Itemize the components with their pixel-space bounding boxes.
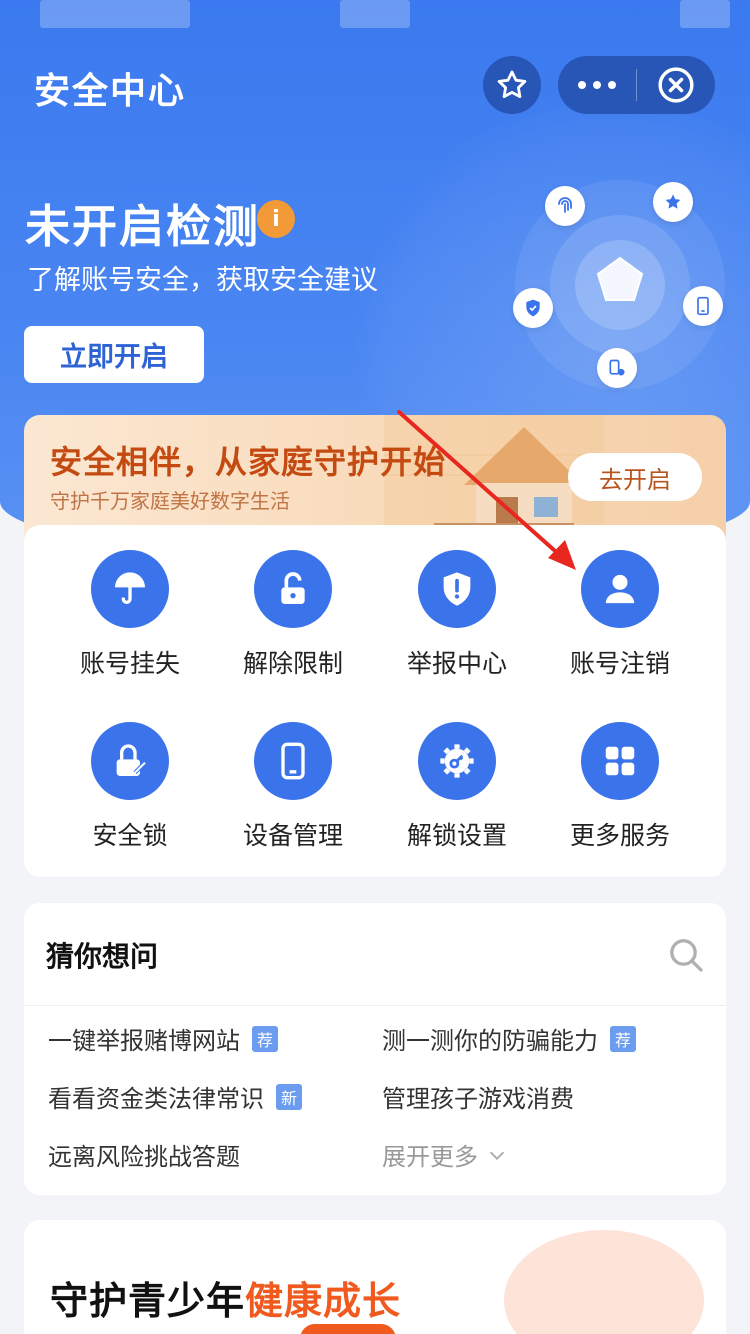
- teen-protection-card[interactable]: 守护青少年健康成长: [24, 1220, 726, 1334]
- faq-card: 猜你想问 一键举报赌博网站 荐 测一测你的防骗能力 荐 看看资金类法律常识 新 …: [24, 903, 726, 1195]
- banner-go-enable-button[interactable]: 去开启: [568, 453, 702, 501]
- status-bar-blur: [340, 0, 410, 28]
- search-icon[interactable]: [666, 935, 706, 975]
- divider: [24, 1005, 726, 1006]
- page-title: 安全中心: [34, 71, 187, 112]
- info-icon[interactable]: i: [257, 200, 295, 238]
- service-unlock-settings[interactable]: 解锁设置: [369, 722, 545, 872]
- umbrella-icon: [91, 550, 169, 628]
- services-grid-card: 账号挂失 解除限制 举报中心 账号注销 安全锁 设备管理 解锁设置 更多服务: [24, 525, 726, 877]
- faq-item-text: 看看资金类法律常识: [48, 1085, 264, 1113]
- expand-more-text: 展开更多: [382, 1143, 478, 1171]
- service-label: 解除限制: [242, 649, 343, 678]
- service-account-loss-report[interactable]: 账号挂失: [42, 550, 218, 700]
- service-label: 安全锁: [92, 821, 168, 850]
- service-label: 账号挂失: [79, 649, 180, 678]
- lock-edit-icon: [91, 722, 169, 800]
- unlock-icon: [254, 550, 332, 628]
- banner-title: 安全相伴，从家庭守护开始: [50, 443, 447, 481]
- service-label: 更多服务: [569, 821, 670, 850]
- mini-program-capsule: [558, 56, 715, 114]
- fingerprint-icon: [545, 186, 585, 226]
- chevron-down-icon: [489, 1151, 505, 1160]
- enable-detection-button[interactable]: 立即开启: [24, 326, 204, 383]
- expand-more-link[interactable]: 展开更多: [382, 1137, 508, 1172]
- faq-item[interactable]: 管理孩子游戏消费: [382, 1079, 574, 1114]
- status-bar-blur: [40, 0, 190, 28]
- favorite-button[interactable]: [483, 56, 541, 114]
- close-button[interactable]: [637, 56, 715, 114]
- faq-item-text: 远离风险挑战答题: [48, 1143, 240, 1171]
- faq-item[interactable]: 远离风险挑战答题: [48, 1137, 240, 1172]
- teen-title-accent: 健康成长: [245, 1279, 402, 1323]
- faq-item[interactable]: 看看资金类法律常识 新: [48, 1079, 302, 1114]
- faq-item-text: 管理孩子游戏消费: [382, 1085, 574, 1113]
- faq-title: 猜你想问: [46, 940, 159, 973]
- close-circle-icon: [658, 67, 694, 103]
- teen-title-part1: 守护青少年: [50, 1279, 246, 1323]
- faq-item-text: 一键举报赌博网站: [48, 1027, 240, 1055]
- star-badge-icon: [653, 182, 693, 222]
- recommend-badge: 荐: [252, 1025, 278, 1052]
- device-lock-icon: [597, 348, 637, 388]
- detection-status-title: 未开启检测: [25, 200, 261, 253]
- security-radar-illustration: [505, 170, 735, 400]
- faq-item-text: 测一测你的防骗能力: [382, 1027, 598, 1055]
- service-remove-restriction[interactable]: 解除限制: [205, 550, 381, 700]
- more-button[interactable]: [558, 56, 636, 114]
- mobile-icon: [683, 286, 723, 326]
- status-bar: [0, 0, 750, 40]
- user-icon: [581, 550, 659, 628]
- status-bar-blur: [680, 0, 730, 28]
- shield-check-icon: [513, 288, 553, 328]
- pentagon-shield-icon: [590, 250, 650, 314]
- service-label: 举报中心: [406, 649, 507, 678]
- faq-item[interactable]: 一键举报赌博网站 荐: [48, 1021, 278, 1056]
- teen-card-title: 守护青少年健康成长: [50, 1270, 401, 1325]
- service-label: 设备管理: [242, 821, 343, 850]
- teen-illustration: [504, 1230, 704, 1334]
- star-icon: [497, 70, 527, 99]
- new-badge: 新: [276, 1083, 302, 1110]
- banner-subtitle: 守护千万家庭美好数字生活: [50, 489, 290, 513]
- phone-icon: [254, 722, 332, 800]
- service-security-lock[interactable]: 安全锁: [42, 722, 218, 872]
- service-label: 解锁设置: [406, 821, 507, 850]
- service-label: 账号注销: [569, 649, 670, 678]
- faq-item[interactable]: 测一测你的防骗能力 荐: [382, 1021, 636, 1056]
- gear-key-icon: [418, 722, 496, 800]
- detection-subtitle: 了解账号安全，获取安全建议: [27, 265, 378, 296]
- more-dots-icon: [578, 81, 586, 89]
- service-device-management[interactable]: 设备管理: [205, 722, 381, 872]
- annotation-arrow-icon: [397, 410, 576, 570]
- service-more-services[interactable]: 更多服务: [532, 722, 708, 872]
- recommend-badge: 荐: [610, 1025, 636, 1052]
- teen-action-pill[interactable]: [300, 1324, 396, 1334]
- grid-icon: [581, 722, 659, 800]
